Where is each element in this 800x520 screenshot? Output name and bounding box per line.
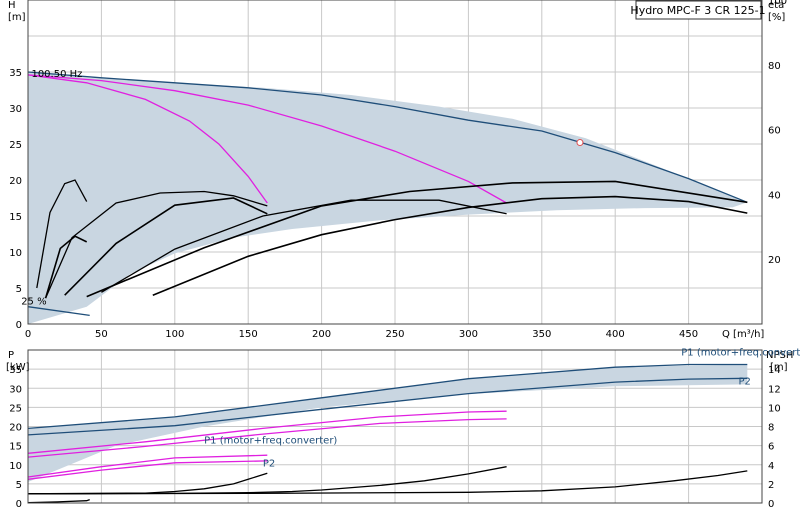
y-tick-label: 25 <box>9 140 22 151</box>
y2-tick-label: 60 <box>768 126 781 137</box>
y-tick-label: 35 <box>9 68 22 79</box>
x-tick-label: 200 <box>312 329 331 340</box>
y2-axis-unit: [%] <box>768 12 785 23</box>
bottom-y2-tick-label: 6 <box>768 442 774 453</box>
x-tick-label: 450 <box>679 329 698 340</box>
y-tick-label: 20 <box>9 176 22 187</box>
x-tick-label: 100 <box>165 329 184 340</box>
y2-tick-label: 80 <box>768 61 781 72</box>
curve-annotation: 25 % <box>21 297 46 308</box>
bottom-y2-tick-label: 8 <box>768 423 774 434</box>
x-tick-label: 50 <box>95 329 108 340</box>
bottom-y-tick-label: 30 <box>9 384 22 395</box>
x-tick-label: 150 <box>239 329 258 340</box>
bottom-y-tick-label: 25 <box>9 403 22 414</box>
pump-performance-chart: 0 50 100 150 200 250 300 350 400 4505101520253035… <box>6 0 800 510</box>
chart-title: Hydro MPC-F 3 CR 125-1 <box>630 4 765 17</box>
bottom-y2-axis-unit: [m] <box>770 362 788 373</box>
power-curve-label: P2 <box>263 459 275 470</box>
bottom-npsh-curve <box>27 470 748 495</box>
y-tick-label: 5 <box>16 284 22 295</box>
y2-tick-label: 20 <box>768 255 781 266</box>
chart-title-box: Hydro MPC-F 3 CR 125-1 <box>630 0 766 20</box>
bottom-y-axis-title: P <box>8 350 14 361</box>
x-tick-label: 400 <box>606 329 625 340</box>
y-tick-label: 0 <box>16 320 22 331</box>
x-tick-label: 350 <box>532 329 551 340</box>
bottom-y-tick-label: 20 <box>9 423 22 434</box>
bottom-y2-tick-label: 4 <box>768 461 774 472</box>
power-curve-label: P2 <box>739 376 751 387</box>
bottom-y-axis-unit: [kW] <box>6 362 30 373</box>
y-tick-label: 15 <box>9 212 22 223</box>
x-tick-label: 250 <box>385 329 404 340</box>
x-tick-label: 300 <box>459 329 478 340</box>
bottom-y-tick-label: 5 <box>16 480 22 491</box>
bottom-y-tick-label: 10 <box>9 461 22 472</box>
bottom-y2-tick-label: 0 <box>768 499 774 510</box>
x-axis-title: Q [m³/h] <box>722 329 764 340</box>
y2-axis-title: eta <box>768 0 784 11</box>
y-tick-label: 10 <box>9 248 22 259</box>
power-curve-label: P1 (motor+freq.converter) <box>681 348 800 359</box>
bottom-npsh-curve <box>27 498 90 504</box>
bottom-y-tick-label: 0 <box>16 499 22 510</box>
x-tick-label: 0 <box>25 329 31 340</box>
operating-point <box>576 139 584 147</box>
y2-tick-label: 40 <box>768 190 781 201</box>
y-axis-title: H <box>8 0 16 11</box>
curve-annotation: 100.50 Hz <box>31 69 82 80</box>
power-curve-label: P1 (motor+freq.converter) <box>204 436 337 447</box>
bottom-y2-tick-label: 10 <box>768 403 781 414</box>
y-axis-unit: [m] <box>8 12 26 23</box>
bottom-y2-tick-label: 12 <box>768 384 781 395</box>
y-tick-label: 30 <box>9 104 22 115</box>
bottom-y2-tick-label: 2 <box>768 480 774 491</box>
bottom-y-tick-label: 15 <box>9 442 22 453</box>
